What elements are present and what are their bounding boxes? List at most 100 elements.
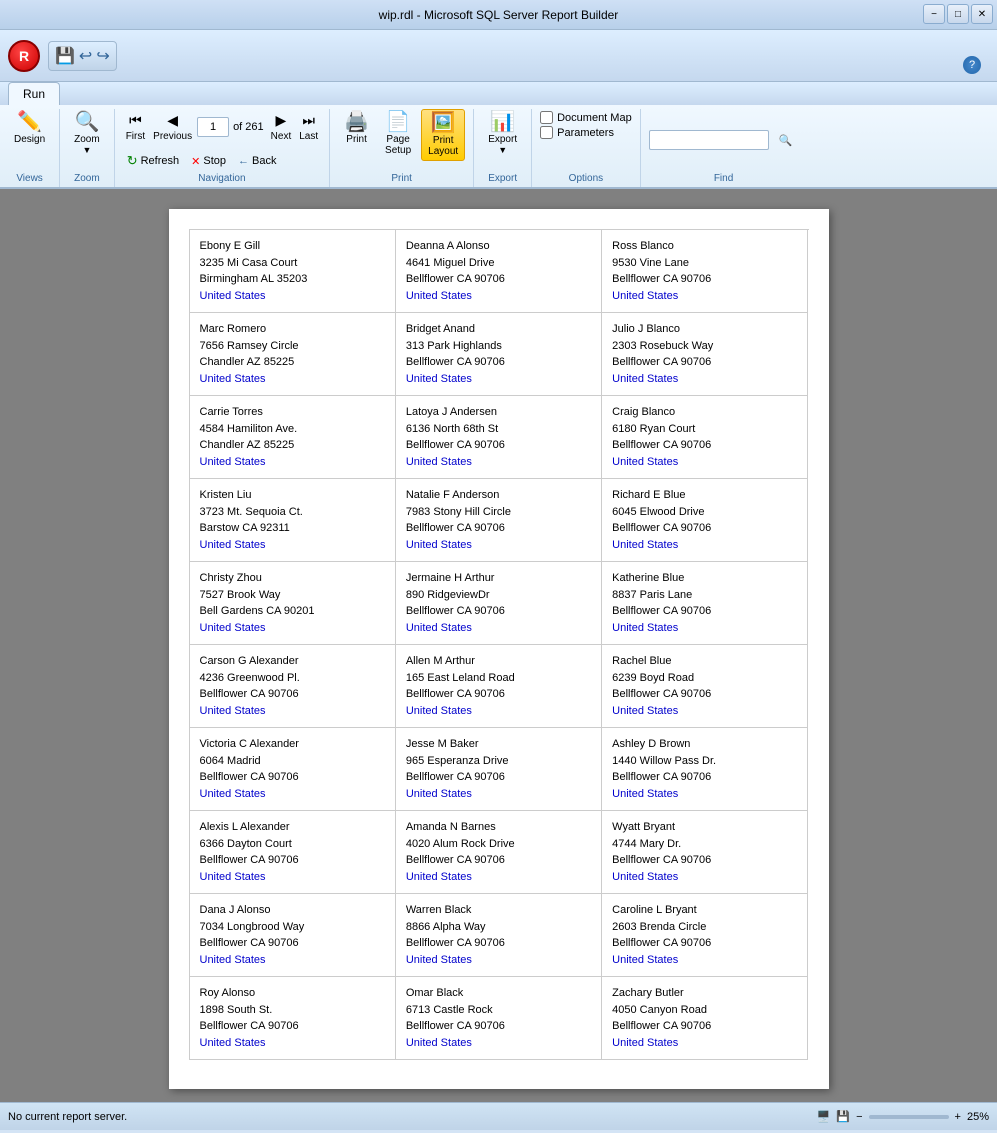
address-country: United States [200,703,385,720]
document-map-option[interactable]: Document Map [540,111,632,124]
previous-button[interactable]: ◀ Previous [150,109,195,145]
design-button[interactable]: ✏️ Design [8,109,51,148]
next-button[interactable]: ▶ Next [268,109,295,145]
print-group-label: Print [391,173,412,187]
app-icon: R [8,40,40,72]
previous-icon: ◀ [167,112,178,129]
zoom-plus-button[interactable]: + [955,1111,961,1123]
design-icon: ✏️ [17,112,42,132]
address-cell: Ebony E Gill 3235 Mi Casa Court Birmingh… [190,230,396,313]
status-message: No current report server. [8,1111,127,1123]
address-country: United States [612,454,797,471]
address-country: United States [612,371,797,388]
address-street: 8866 Alpha Way [406,919,591,936]
address-cell: Craig Blanco 6180 Ryan Court Bellflower … [602,396,808,479]
options-buttons: Document Map Parameters [540,109,632,171]
navigation-group-label: Navigation [198,173,245,187]
address-name: Richard E Blue [612,487,797,504]
help-button[interactable]: ? [963,56,981,74]
address-city: Bellflower CA 90706 [200,935,385,952]
print-layout-button[interactable]: 🖼️ PrintLayout [421,109,465,161]
address-street: 7034 Longbrood Way [200,919,385,936]
status-icon-1: 🖥️ [817,1110,831,1123]
address-country: United States [612,537,797,554]
address-name: Christy Zhou [200,570,385,587]
tab-area: Run [0,82,997,105]
export-label: Export [488,134,517,145]
address-cell: Marc Romero 7656 Ramsey Circle Chandler … [190,313,396,396]
zoom-minus-button[interactable]: − [856,1111,862,1123]
refresh-icon: ↻ [127,153,138,169]
find-button[interactable]: 🔍 [773,131,799,150]
address-cell: Omar Black 6713 Castle Rock Bellflower C… [396,977,602,1060]
address-country: United States [406,288,591,305]
address-city: Bellflower CA 90706 [406,354,591,371]
refresh-button[interactable]: ↻ Refresh [123,151,183,171]
undo-quick-button[interactable]: ↩ [79,46,92,66]
export-button[interactable]: 📊 Export ▼ [482,109,523,158]
address-name: Latoya J Andersen [406,404,591,421]
document-map-checkbox[interactable] [540,111,553,124]
print-buttons: 🖨️ Print 📄 PageSetup 🖼️ PrintLayout [338,109,465,171]
find-group-label: Find [714,173,733,187]
parameters-checkbox[interactable] [540,126,553,139]
address-country: United States [200,620,385,637]
address-name: Deanna A Alonso [406,238,591,255]
address-cell: Julio J Blanco 2303 Rosebuck Way Bellflo… [602,313,808,396]
address-name: Carson G Alexander [200,653,385,670]
page-setup-button[interactable]: 📄 PageSetup [379,109,417,159]
back-label: Back [252,155,276,167]
address-cell: Carrie Torres 4584 Hamiliton Ave. Chandl… [190,396,396,479]
address-name: Zachary Butler [612,985,797,1002]
zoom-slider[interactable] [869,1115,949,1119]
app-header: R 💾 ↩ ↪ ? [0,30,997,82]
address-street: 6064 Madrid [200,753,385,770]
address-country: United States [612,288,797,305]
address-city: Bellflower CA 90706 [406,437,591,454]
address-street: 4584 Hamiliton Ave. [200,421,385,438]
save-quick-button[interactable]: 💾 [55,46,75,66]
address-street: 7983 Stony Hill Circle [406,504,591,521]
address-country: United States [200,952,385,969]
address-city: Bellflower CA 90706 [406,769,591,786]
address-name: Bridget Anand [406,321,591,338]
main-content-area: Ebony E Gill 3235 Mi Casa Court Birmingh… [0,189,997,1102]
address-country: United States [200,371,385,388]
page-number-input[interactable]: 1 [197,117,229,137]
quick-access-toolbar: 💾 ↩ ↪ [48,41,117,71]
zoom-button[interactable]: 🔍 Zoom ▼ [68,109,106,158]
address-street: 6180 Ryan Court [612,421,797,438]
zoom-group: 🔍 Zoom ▼ Zoom [60,109,115,187]
options-group-label: Options [569,173,603,187]
address-name: Omar Black [406,985,591,1002]
address-street: 4641 Miguel Drive [406,255,591,272]
address-country: United States [612,620,797,637]
address-street: 4050 Canyon Road [612,1002,797,1019]
restore-button[interactable]: □ [947,4,969,24]
last-button[interactable]: ⏭ Last [296,109,321,145]
address-country: United States [406,537,591,554]
address-city: Birmingham AL 35203 [200,271,385,288]
address-cell: Latoya J Andersen 6136 North 68th St Bel… [396,396,602,479]
stop-button[interactable]: ✕ Stop [187,153,230,170]
back-button[interactable]: ← Back [234,153,280,169]
address-city: Bellflower CA 90706 [612,437,797,454]
minimize-button[interactable]: − [923,4,945,24]
close-button[interactable]: ✕ [971,4,993,24]
page-setup-icon: 📄 [386,112,411,132]
address-cell: Rachel Blue 6239 Boyd Road Bellflower CA… [602,645,808,728]
address-city: Bellflower CA 90706 [406,603,591,620]
address-country: United States [406,786,591,803]
address-city: Bellflower CA 90706 [406,520,591,537]
address-street: 4020 Alum Rock Drive [406,836,591,853]
parameters-option[interactable]: Parameters [540,126,632,139]
redo-quick-button[interactable]: ↪ [96,46,109,66]
address-name: Craig Blanco [612,404,797,421]
address-name: Caroline L Bryant [612,902,797,919]
first-icon: ⏮ [129,112,142,129]
first-button[interactable]: ⏮ First [123,109,148,145]
run-tab[interactable]: Run [8,82,60,105]
export-buttons: 📊 Export ▼ [482,109,523,171]
find-input[interactable] [649,130,769,150]
print-button[interactable]: 🖨️ Print [338,109,375,148]
